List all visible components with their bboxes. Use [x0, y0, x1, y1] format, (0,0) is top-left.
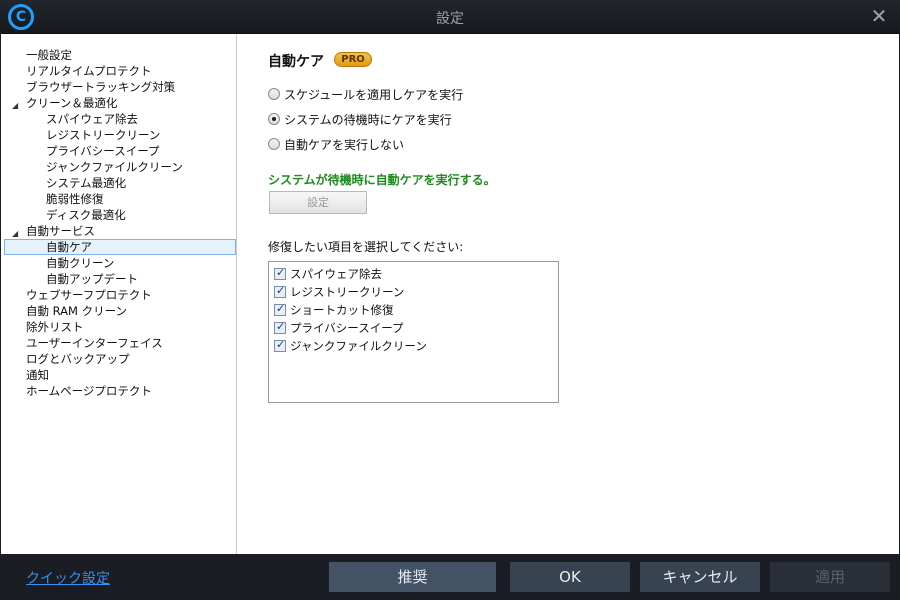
sidebar-item-label: 脆弱性修復 — [46, 192, 104, 206]
sidebar-item[interactable]: 通知 — [1, 367, 236, 383]
radio-schedule[interactable]: スケジュールを適用しケアを実行 — [268, 86, 463, 102]
sidebar-item-label: 除外リスト — [26, 320, 84, 334]
sidebar-item-label: ジャンクファイルクリーン — [46, 160, 183, 174]
sidebar-item-label: リアルタイムプロテクト — [26, 64, 152, 78]
checkbox-icon[interactable] — [274, 338, 286, 352]
list-item[interactable]: プライバシースイープ — [269, 319, 558, 337]
sidebar-item[interactable]: プライバシースイープ — [1, 143, 236, 159]
sidebar-item[interactable]: 自動 RAM クリーン — [1, 303, 236, 319]
radio-button-icon[interactable] — [268, 138, 280, 150]
checkbox-icon[interactable] — [274, 284, 286, 298]
recommend-button[interactable]: 推奨 — [329, 562, 496, 592]
repair-items-list: スパイウェア除去 レジストリークリーン ショートカット修復 プライバシースイープ… — [268, 261, 559, 403]
sidebar-item-label: スパイウェア除去 — [46, 112, 138, 126]
list-item-label: ショートカット修復 — [290, 303, 394, 317]
sidebar-item-label: 自動 RAM クリーン — [26, 304, 128, 318]
sidebar-item-label: ディスク最適化 — [46, 208, 126, 222]
list-item-label: プライバシースイープ — [290, 321, 404, 335]
sidebar-item-label: 自動ケア — [46, 240, 92, 254]
sidebar-item-label: ホームページプロテクト — [26, 384, 152, 398]
sidebar-item[interactable]: ログとバックアップ — [1, 351, 236, 367]
sidebar-item[interactable]: ジャンクファイルクリーン — [1, 159, 236, 175]
sidebar-item-label: 一般設定 — [26, 48, 72, 62]
list-label: 修復したい項目を選択してください: — [268, 240, 464, 254]
sidebar-item[interactable]: ディスク最適化 — [1, 207, 236, 223]
list-item-label: レジストリークリーン — [290, 285, 405, 299]
list-item-label: スパイウェア除去 — [290, 267, 382, 281]
sidebar-item-selected[interactable]: 自動ケア — [4, 239, 236, 255]
sidebar-item[interactable]: レジストリークリーン — [1, 127, 236, 143]
list-item[interactable]: ショートカット修復 — [269, 301, 558, 319]
radio-label: 自動ケアを実行しない — [284, 137, 405, 152]
title-bar: C 設定 ✕ — [0, 0, 900, 34]
sidebar-item[interactable]: ウェブサーフプロテクト — [1, 287, 236, 303]
list-item[interactable]: ジャンクファイルクリーン — [269, 337, 558, 355]
sidebar-item-label: プライバシースイープ — [46, 144, 160, 158]
pro-badge: PRO — [334, 52, 372, 67]
radio-idle[interactable]: システムの待機時にケアを実行 — [268, 111, 452, 127]
apply-button[interactable]: 適用 — [770, 562, 890, 592]
list-item[interactable]: レジストリークリーン — [269, 283, 558, 301]
quick-settings-link[interactable]: クイック設定 — [26, 568, 110, 588]
sidebar-item-label: ウェブサーフプロテクト — [26, 288, 152, 302]
status-note: システムが待機時に自動ケアを実行する。 — [268, 173, 496, 187]
sidebar-item[interactable]: スパイウェア除去 — [1, 111, 236, 127]
main-panel: 自動ケア PRO スケジュールを適用しケアを実行 システムの待機時にケアを実行 … — [237, 34, 899, 554]
sidebar-item[interactable]: ユーザーインターフェイス — [1, 335, 236, 351]
sidebar-item-label: 自動アップデート — [46, 272, 138, 286]
sidebar-item[interactable]: ◢ 自動サービス — [1, 223, 236, 239]
radio-button-icon[interactable] — [268, 113, 280, 125]
sidebar-item-label: システム最適化 — [46, 176, 127, 190]
sidebar-item[interactable]: リアルタイムプロテクト — [1, 63, 236, 79]
sidebar-item-label: 自動クリーン — [46, 256, 115, 270]
sidebar-item[interactable]: 一般設定 — [1, 47, 236, 63]
page-title: 自動ケア — [268, 54, 324, 70]
radio-button-icon[interactable] — [268, 88, 280, 100]
radio-label: スケジュールを適用しケアを実行 — [284, 87, 464, 102]
sidebar-item[interactable]: 除外リスト — [1, 319, 236, 335]
settings-button[interactable]: 設定 — [269, 191, 367, 214]
sidebar-item-label: ブラウザートラッキング対策 — [26, 80, 176, 94]
checkbox-icon[interactable] — [274, 266, 286, 280]
sidebar-tree: 一般設定 リアルタイムプロテクト ブラウザートラッキング対策 ◢ クリーン＆最適化… — [1, 34, 237, 554]
list-item-label: ジャンクファイルクリーン — [290, 339, 427, 353]
close-icon[interactable]: ✕ — [868, 5, 890, 27]
radio-disable[interactable]: 自動ケアを実行しない — [268, 136, 404, 152]
sidebar-item[interactable]: ブラウザートラッキング対策 — [1, 79, 236, 95]
footer-bar: クイック設定 推奨 OK キャンセル 適用 — [0, 554, 900, 600]
checkbox-icon[interactable] — [274, 302, 286, 316]
sidebar-item-label: 通知 — [26, 368, 49, 382]
checkbox-icon[interactable] — [274, 320, 286, 334]
settings-content: 一般設定 リアルタイムプロテクト ブラウザートラッキング対策 ◢ クリーン＆最適化… — [1, 34, 899, 554]
cancel-button[interactable]: キャンセル — [640, 562, 760, 592]
sidebar-item[interactable]: 自動クリーン — [1, 255, 236, 271]
sidebar-item-label: ユーザーインターフェイス — [26, 336, 163, 350]
sidebar-item[interactable]: ◢ クリーン＆最適化 — [1, 95, 236, 111]
sidebar-item[interactable]: システム最適化 — [1, 175, 236, 191]
ok-button[interactable]: OK — [510, 562, 630, 592]
sidebar-item[interactable]: ホームページプロテクト — [1, 383, 236, 399]
sidebar-item-label: 自動サービス — [26, 224, 95, 238]
radio-label: システムの待機時にケアを実行 — [284, 112, 452, 127]
sidebar-item-label: ログとバックアップ — [26, 352, 130, 366]
sidebar-item-label: クリーン＆最適化 — [26, 96, 118, 110]
sidebar-item[interactable]: 自動アップデート — [1, 271, 236, 287]
list-item[interactable]: スパイウェア除去 — [269, 265, 558, 283]
sidebar-item-label: レジストリークリーン — [46, 128, 161, 142]
sidebar-item[interactable]: 脆弱性修復 — [1, 191, 236, 207]
window-title: 設定 — [436, 11, 464, 27]
